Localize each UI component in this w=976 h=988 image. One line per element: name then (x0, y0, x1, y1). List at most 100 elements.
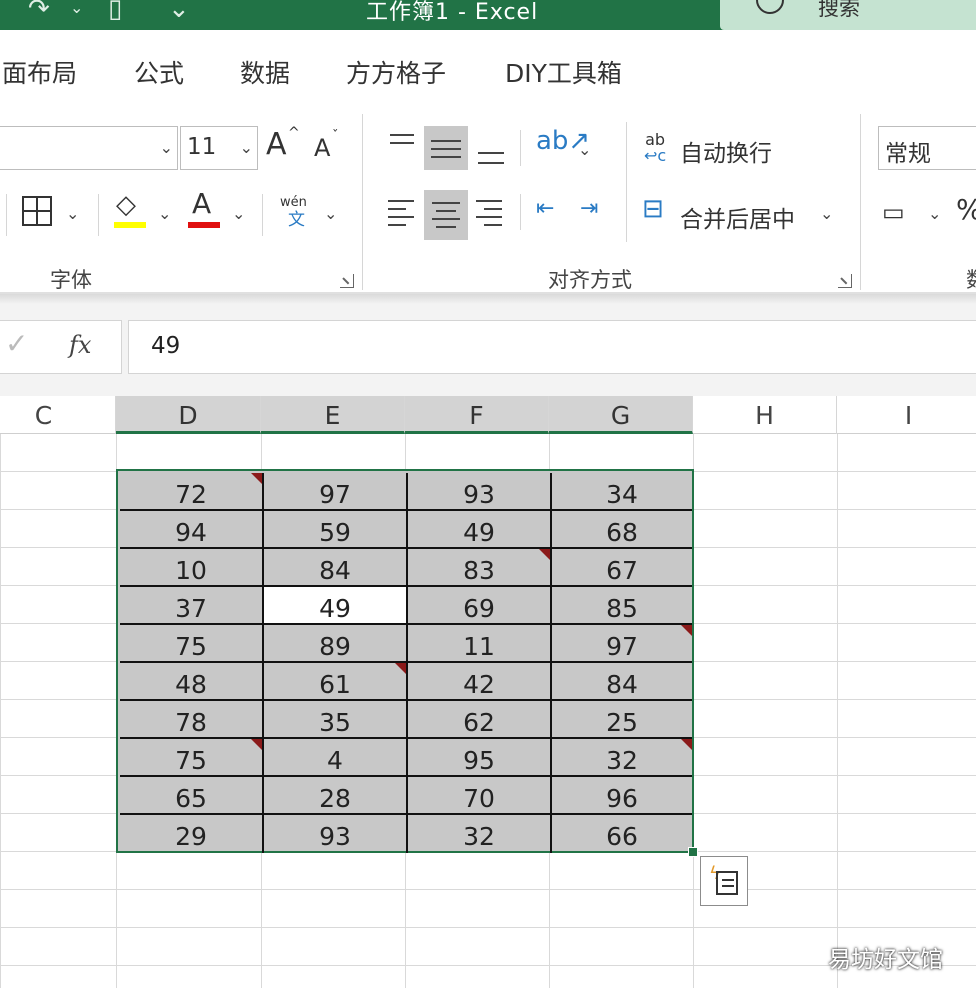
table-cell[interactable]: 68 (552, 511, 692, 549)
align-center-icon[interactable] (424, 190, 468, 240)
table-cell[interactable]: 42 (408, 663, 552, 701)
table-cell[interactable]: 66 (552, 815, 692, 853)
table-cell[interactable]: 49 (264, 587, 408, 625)
search-box[interactable]: 搜索 (720, 0, 976, 30)
tab-fangfang-gezi[interactable]: 方方格子 (346, 54, 446, 90)
table-cell[interactable]: 61 (264, 663, 408, 701)
column-header-c[interactable]: C (0, 396, 116, 434)
table-cell[interactable]: 25 (552, 701, 692, 739)
table-cell[interactable]: 93 (408, 473, 552, 511)
merge-center-icon[interactable]: ⊟ (642, 196, 664, 222)
chevron-down-icon[interactable]: ⌄ (232, 204, 245, 223)
table-cell[interactable]: 28 (264, 777, 408, 815)
decrease-indent-icon[interactable]: ⇤ (536, 198, 554, 220)
table-cell[interactable]: 85 (552, 587, 692, 625)
column-header-f[interactable]: F (405, 396, 549, 434)
number-group-label: 数 (966, 264, 976, 294)
table-cell[interactable]: 78 (120, 701, 264, 739)
table-cell[interactable]: 84 (552, 663, 692, 701)
table-cell[interactable]: 11 (408, 625, 552, 663)
chevron-down-icon[interactable]: ⌄ (578, 140, 591, 159)
align-middle-icon[interactable] (424, 126, 468, 170)
align-top-icon[interactable] (384, 128, 420, 158)
customize-quick-access-icon[interactable]: ⌄ (168, 0, 190, 24)
table-cell[interactable]: 37 (120, 587, 264, 625)
number-format-combo[interactable]: 常规 (878, 126, 976, 170)
table-cell[interactable]: 65 (120, 777, 264, 815)
alignment-dialog-launcher-icon[interactable] (838, 274, 852, 288)
column-headers: C D E F G H I (0, 396, 976, 434)
accounting-format-icon[interactable]: ▭ (882, 200, 905, 224)
tab-page-layout[interactable]: 面布局 (2, 54, 77, 90)
table-cell[interactable]: 84 (264, 549, 408, 587)
chevron-down-icon[interactable]: ⌄ (928, 204, 941, 223)
redo-dropdown-icon[interactable]: ⌄ (70, 0, 83, 17)
chevron-down-icon[interactable]: ⌄ (66, 204, 79, 223)
table-cell[interactable]: 70 (408, 777, 552, 815)
table-cell[interactable]: 62 (408, 701, 552, 739)
column-header-g[interactable]: G (549, 396, 693, 434)
redo-icon[interactable]: ↷ (28, 0, 50, 24)
column-header-h[interactable]: H (693, 396, 837, 434)
font-name-combo[interactable]: ⌄ (0, 126, 178, 170)
table-cell[interactable]: 75 (120, 739, 264, 777)
selected-range[interactable]: 72 97 93 34 94 59 49 68 10 84 83 67 37 49 69 85 75 89 11 97… (116, 469, 694, 853)
table-cell[interactable]: 72 (120, 473, 264, 511)
chevron-down-icon[interactable]: ⌄ (324, 204, 337, 223)
table-cell[interactable]: 49 (408, 511, 552, 549)
table-cell[interactable]: 32 (552, 739, 692, 777)
title-bar: ↷ ⌄ ▯ ⌄ 工作簿1 - Excel 搜索 (0, 0, 976, 30)
insert-function-icon[interactable]: fx (69, 331, 91, 359)
chevron-down-icon[interactable]: ⌄ (820, 204, 833, 223)
table-cell[interactable]: 95 (408, 739, 552, 777)
wrap-text-button[interactable]: 自动换行 (680, 134, 772, 168)
borders-icon[interactable] (22, 196, 52, 226)
table-cell[interactable]: 69 (408, 587, 552, 625)
font-dialog-launcher-icon[interactable] (340, 274, 354, 288)
table-cell[interactable]: 97 (264, 473, 408, 511)
table-cell[interactable]: 10 (120, 549, 264, 587)
table-cell[interactable]: 75 (120, 625, 264, 663)
table-cell[interactable]: 4 (264, 739, 408, 777)
chevron-down-icon[interactable]: ⌄ (158, 204, 171, 223)
quick-analysis-button[interactable]: ϟ (700, 856, 748, 906)
font-color-icon[interactable]: A (192, 190, 211, 218)
table-cell[interactable]: 94 (120, 511, 264, 549)
align-bottom-icon[interactable] (472, 128, 508, 168)
increase-indent-icon[interactable]: ⇥ (580, 198, 598, 220)
align-left-icon[interactable] (384, 194, 420, 230)
table-cell[interactable]: 34 (552, 473, 692, 511)
table-cell[interactable]: 93 (264, 815, 408, 853)
table-cell[interactable]: 32 (408, 815, 552, 853)
fill-color-icon[interactable]: ◇ (116, 192, 136, 218)
column-header-e[interactable]: E (261, 396, 405, 434)
enter-check-icon[interactable]: ✓ (5, 327, 28, 360)
align-right-icon[interactable] (472, 194, 508, 230)
phonetic-guide-icon[interactable]: wén (280, 196, 307, 209)
font-size-combo[interactable]: 11 ⌄ (180, 126, 258, 170)
table-cell[interactable]: 59 (264, 511, 408, 549)
tab-formulas[interactable]: 公式 (134, 54, 184, 90)
comment-indicator-icon (251, 473, 262, 484)
column-header-i[interactable]: I (837, 396, 976, 434)
tab-data[interactable]: 数据 (240, 54, 290, 90)
table-cell[interactable]: 29 (120, 815, 264, 853)
table-cell[interactable]: 35 (264, 701, 408, 739)
formula-input[interactable]: 49 (128, 320, 976, 374)
column-header-d[interactable]: D (116, 396, 261, 434)
tab-diy-toolbox[interactable]: DIY工具箱 (505, 54, 622, 90)
merge-center-button[interactable]: 合并后居中 (680, 200, 795, 234)
table-cell[interactable]: 97 (552, 625, 692, 663)
table-cell[interactable]: 83 (408, 549, 552, 587)
table-cell[interactable]: 96 (552, 777, 692, 815)
table-cell[interactable]: 48 (120, 663, 264, 701)
shrink-font-icon[interactable]: A (314, 136, 330, 160)
fill-handle[interactable] (688, 847, 698, 857)
font-size-value: 11 (187, 134, 217, 160)
table-cell[interactable]: 67 (552, 549, 692, 587)
touch-mode-icon[interactable]: ▯ (108, 0, 122, 24)
percent-style-icon[interactable]: % (956, 196, 976, 224)
table-cell[interactable]: 89 (264, 625, 408, 663)
grow-font-icon[interactable]: A (266, 130, 287, 160)
wrap-text-icon[interactable]: ab ↩c (644, 132, 666, 164)
